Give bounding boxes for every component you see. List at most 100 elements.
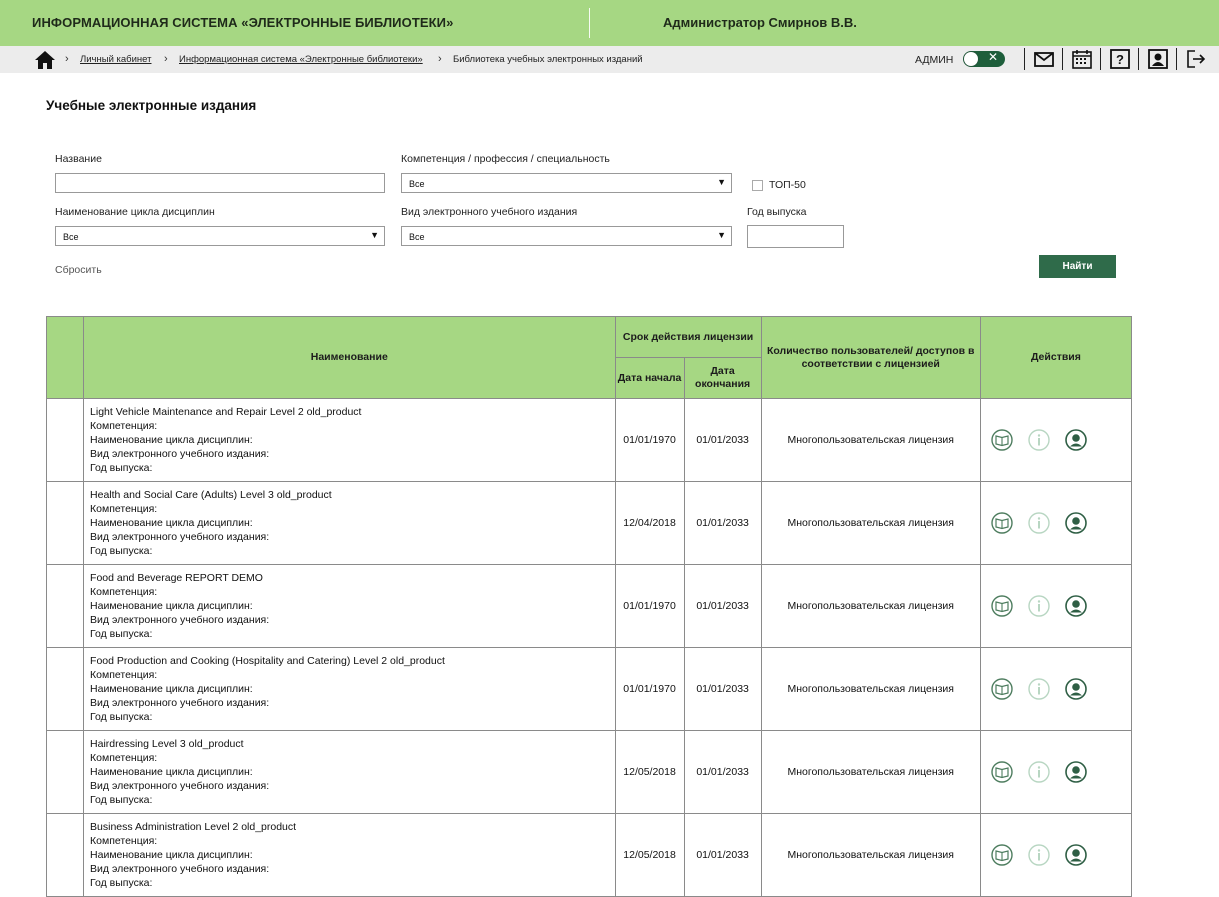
calendar-button[interactable] bbox=[1062, 48, 1095, 70]
edition-type-select[interactable]: Все ▼ bbox=[401, 226, 732, 246]
row-index-cell bbox=[45, 730, 85, 814]
actions-cell bbox=[979, 398, 1133, 482]
cycle-select[interactable]: Все ▼ bbox=[55, 226, 385, 246]
info-icon[interactable] bbox=[1028, 844, 1050, 866]
find-button[interactable]: Найти bbox=[1039, 255, 1116, 278]
product-name[interactable]: Food Production and Cooking (Hospitality… bbox=[90, 654, 608, 668]
user-icon[interactable] bbox=[1064, 761, 1087, 783]
book-icon[interactable] bbox=[991, 595, 1013, 617]
header-end-date[interactable]: Дата окончания bbox=[683, 357, 762, 399]
actions-cell bbox=[979, 813, 1133, 897]
header-license-term: Срок действия лицензии bbox=[614, 316, 762, 358]
mail-button[interactable] bbox=[1024, 48, 1057, 70]
header-start-date[interactable]: Дата начала bbox=[614, 357, 685, 399]
logout-icon bbox=[1187, 50, 1206, 68]
book-icon[interactable] bbox=[991, 678, 1013, 700]
table-row: Hairdressing Level 3 old_product Компете… bbox=[45, 730, 1133, 814]
profile-button[interactable] bbox=[1138, 48, 1171, 70]
edition-type-field-label: Вид электронного учебного издания: bbox=[90, 448, 270, 460]
user-icon[interactable] bbox=[1064, 429, 1087, 451]
user-icon[interactable] bbox=[1064, 678, 1087, 700]
license-cell: Многопользовательская лицензия bbox=[760, 564, 981, 648]
product-name[interactable]: Food and Beverage REPORT DEMO bbox=[90, 571, 608, 585]
start-date-cell: 01/01/1970 bbox=[614, 647, 685, 731]
cycle-field-label: Наименование цикла дисциплин: bbox=[90, 683, 253, 695]
name-input[interactable] bbox=[55, 173, 385, 193]
license-cell: Многопользовательская лицензия bbox=[760, 813, 981, 897]
end-date-cell: 01/01/2033 bbox=[683, 564, 762, 648]
user-icon[interactable] bbox=[1064, 512, 1087, 534]
info-icon[interactable] bbox=[1028, 595, 1050, 617]
admin-label: АДМИН bbox=[915, 54, 954, 66]
product-name[interactable]: Business Administration Level 2 old_prod… bbox=[90, 820, 608, 834]
cycle-select-value: Все bbox=[63, 232, 79, 242]
product-name[interactable]: Health and Social Care (Adults) Level 3 … bbox=[90, 488, 608, 502]
edition-type-field-label: Вид электронного учебного издания: bbox=[90, 863, 270, 875]
year-field-label: Год выпуска: bbox=[90, 794, 153, 806]
competence-field-label: Компетенция: bbox=[90, 586, 158, 598]
header-divider bbox=[589, 8, 590, 38]
page-title: Учебные электронные издания bbox=[46, 98, 257, 113]
edition-type-field-label: Вид электронного учебного издания: bbox=[90, 614, 270, 626]
breadcrumb-link-cabinet[interactable]: Личный кабинет bbox=[80, 54, 151, 65]
info-icon[interactable] bbox=[1028, 761, 1050, 783]
end-date-cell: 01/01/2033 bbox=[683, 647, 762, 731]
competence-field-label: Компетенция: bbox=[90, 835, 158, 847]
row-index-cell bbox=[45, 813, 85, 897]
start-date-cell: 12/05/2018 bbox=[614, 813, 685, 897]
crumb-separator: › bbox=[438, 53, 442, 65]
name-cell: Light Vehicle Maintenance and Repair Lev… bbox=[83, 398, 616, 482]
breadcrumb-current: Библиотека учебных электронных изданий bbox=[453, 54, 643, 65]
row-index-cell bbox=[45, 647, 85, 731]
info-icon[interactable] bbox=[1028, 429, 1050, 451]
help-button[interactable]: ? bbox=[1100, 48, 1133, 70]
user-icon[interactable] bbox=[1064, 595, 1087, 617]
start-date-cell: 01/01/1970 bbox=[614, 564, 685, 648]
reset-link[interactable]: Сбросить bbox=[55, 264, 102, 276]
home-icon[interactable] bbox=[34, 50, 56, 70]
competence-select[interactable]: Все ▼ bbox=[401, 173, 732, 193]
book-icon[interactable] bbox=[991, 429, 1013, 451]
year-field-label: Год выпуска: bbox=[90, 462, 153, 474]
license-cell: Многопользовательская лицензия bbox=[760, 398, 981, 482]
actions-cell bbox=[979, 564, 1133, 648]
logout-button[interactable] bbox=[1176, 48, 1209, 70]
top50-checkbox[interactable] bbox=[752, 180, 763, 191]
competence-filter-label: Компетенция / профессия / специальность bbox=[401, 153, 610, 165]
crumb-separator: › bbox=[65, 53, 69, 65]
top-header: ИНФОРМАЦИОННАЯ СИСТЕМА «ЭЛЕКТРОННЫЕ БИБЛ… bbox=[0, 0, 1219, 46]
actions-cell bbox=[979, 730, 1133, 814]
year-input[interactable] bbox=[747, 225, 844, 248]
end-date-cell: 01/01/2033 bbox=[683, 398, 762, 482]
app-title: ИНФОРМАЦИОННАЯ СИСТЕМА «ЭЛЕКТРОННЫЕ БИБЛ… bbox=[32, 15, 454, 30]
edition-type-field-label: Вид электронного учебного издания: bbox=[90, 531, 270, 543]
row-index-cell bbox=[45, 398, 85, 482]
profile-icon bbox=[1148, 49, 1168, 69]
product-name[interactable]: Hairdressing Level 3 old_product bbox=[90, 737, 608, 751]
cycle-field-label: Наименование цикла дисциплин: bbox=[90, 434, 253, 446]
name-cell: Business Administration Level 2 old_prod… bbox=[83, 813, 616, 897]
user-icon[interactable] bbox=[1064, 844, 1087, 866]
help-icon: ? bbox=[1110, 49, 1130, 69]
header-name[interactable]: Наименование bbox=[83, 316, 616, 399]
competence-field-label: Компетенция: bbox=[90, 503, 158, 515]
year-field-label: Год выпуска: bbox=[90, 711, 153, 723]
name-cell: Food Production and Cooking (Hospitality… bbox=[83, 647, 616, 731]
license-cell: Многопользовательская лицензия bbox=[760, 647, 981, 731]
year-field-label: Год выпуска: bbox=[90, 545, 153, 557]
end-date-cell: 01/01/2033 bbox=[683, 481, 762, 565]
book-icon[interactable] bbox=[991, 761, 1013, 783]
info-icon[interactable] bbox=[1028, 678, 1050, 700]
dropdown-arrow-icon: ▼ bbox=[370, 230, 379, 240]
header-index-cell bbox=[45, 316, 85, 399]
admin-toggle[interactable]: ✕ bbox=[963, 50, 1005, 67]
dropdown-arrow-icon: ▼ bbox=[717, 230, 726, 240]
license-cell: Многопользовательская лицензия bbox=[760, 481, 981, 565]
table-row: Light Vehicle Maintenance and Repair Lev… bbox=[45, 398, 1133, 482]
book-icon[interactable] bbox=[991, 844, 1013, 866]
product-name[interactable]: Light Vehicle Maintenance and Repair Lev… bbox=[90, 405, 608, 419]
info-icon[interactable] bbox=[1028, 512, 1050, 534]
breadcrumb-link-info-system[interactable]: Информационная система «Электронные библ… bbox=[179, 54, 423, 65]
book-icon[interactable] bbox=[991, 512, 1013, 534]
edition-type-filter-label: Вид электронного учебного издания bbox=[401, 206, 578, 218]
